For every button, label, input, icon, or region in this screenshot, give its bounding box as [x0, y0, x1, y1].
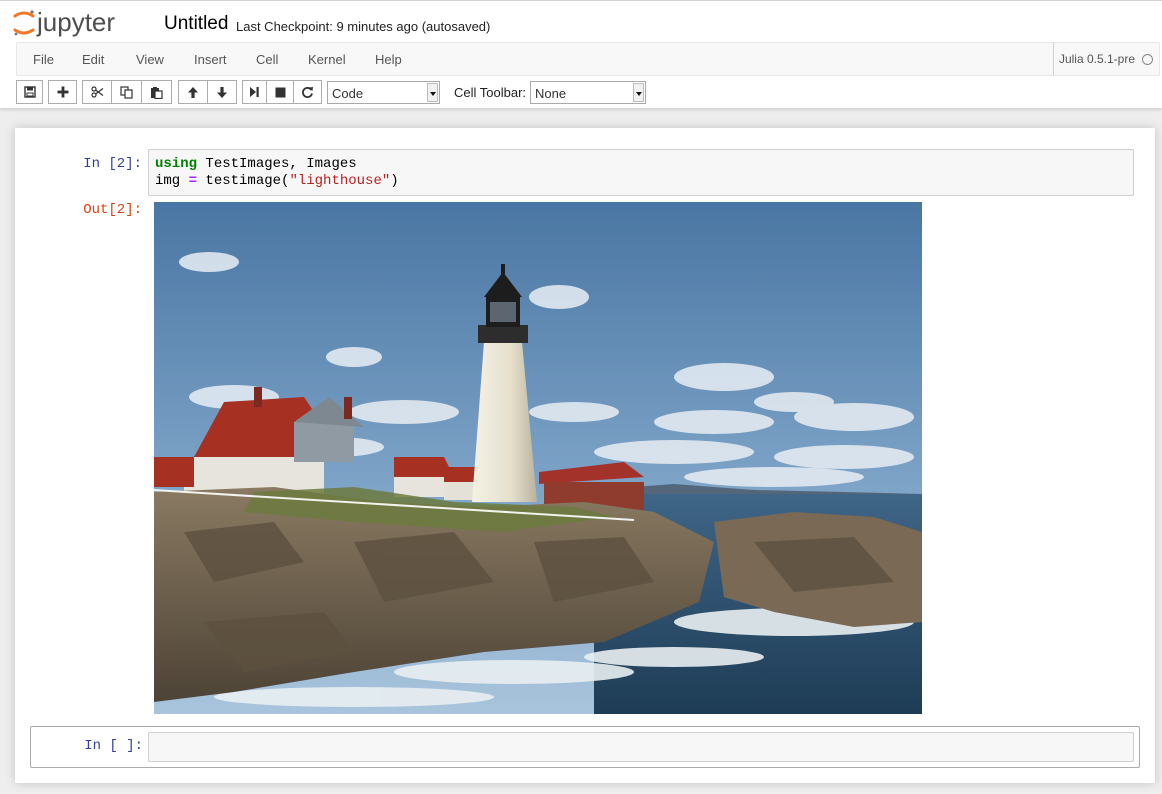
lighthouse-photo: [154, 202, 922, 714]
menu-bar: File Edit View Insert Cell Kernel Help J…: [16, 42, 1160, 76]
code-text: TestImages, Images: [197, 156, 357, 172]
arrow-up-icon: [188, 86, 198, 98]
cell-toolbar-value: None: [535, 86, 567, 101]
paste-icon: [151, 86, 163, 99]
kernel-indicator: Julia 0.5.1-pre: [1052, 43, 1153, 75]
restart-kernel-button[interactable]: [294, 80, 322, 104]
run-cell-button[interactable]: [242, 80, 267, 104]
kernel-idle-circle-icon: [1142, 53, 1153, 65]
cell1-in-prompt: In [2]:: [83, 156, 142, 172]
cut-icon: [90, 86, 103, 98]
menu-view[interactable]: View: [136, 52, 164, 67]
cut-button[interactable]: [82, 80, 112, 104]
menu-cell[interactable]: Cell: [256, 52, 278, 67]
menu-kernel[interactable]: Kernel: [308, 52, 346, 67]
cell2-container[interactable]: In [ ]:: [30, 726, 1140, 768]
copy-icon: [120, 85, 133, 99]
copy-button[interactable]: [112, 80, 142, 104]
plus-icon: [57, 86, 68, 98]
notebook-container: In [2]: using TestImages, Images img = t…: [15, 128, 1155, 783]
header: jupyter Untitled Last Checkpoint: 9 minu…: [0, 0, 1162, 108]
cell1-out-prompt: Out[2]:: [83, 202, 142, 218]
arrow-down-icon: [217, 86, 227, 98]
move-up-button[interactable]: [178, 80, 208, 104]
stop-icon: [275, 87, 285, 97]
interrupt-kernel-button[interactable]: [267, 80, 294, 104]
code-string: "lighthouse": [289, 173, 391, 189]
chevron-down-icon: [427, 83, 438, 102]
svg-text:jupyter: jupyter: [36, 7, 115, 37]
save-button[interactable]: [16, 80, 43, 104]
menu-file[interactable]: File: [33, 52, 54, 67]
cell-toolbar-select[interactable]: None: [530, 81, 646, 104]
code-text: ): [390, 173, 399, 189]
checkpoint-status: Last Checkpoint: 9 minutes ago (autosave…: [236, 19, 491, 34]
menu-insert[interactable]: Insert: [194, 52, 227, 67]
move-down-button[interactable]: [208, 80, 237, 104]
menu-help[interactable]: Help: [375, 52, 402, 67]
insert-cell-button[interactable]: [48, 80, 77, 104]
cell-type-select[interactable]: Code: [327, 81, 440, 104]
cell-type-value: Code: [332, 86, 364, 101]
cell2-code-input[interactable]: [148, 732, 1134, 762]
code-text: img: [155, 173, 189, 189]
jupyter-logo-icon: jupyter: [13, 7, 115, 37]
save-icon: [23, 86, 36, 98]
cell1-code-input[interactable]: using TestImages, Images img = testimage…: [148, 149, 1134, 196]
code-keyword: using: [155, 156, 198, 172]
notebook-title[interactable]: Untitled: [164, 13, 228, 35]
cell-toolbar-label: Cell Toolbar:: [454, 85, 527, 100]
kernel-name: Julia 0.5.1-pre: [1058, 52, 1135, 66]
cell2-in-prompt: In [ ]:: [84, 738, 143, 754]
jupyter-logo[interactable]: jupyter: [13, 7, 148, 39]
chevron-down-icon: [633, 83, 644, 102]
menu-edit[interactable]: Edit: [82, 52, 104, 67]
code-operator: =: [188, 173, 198, 189]
paste-button[interactable]: [142, 80, 172, 104]
lighthouse-image: [154, 202, 922, 714]
code-text: testimage(: [197, 173, 290, 189]
restart-icon: [302, 86, 313, 98]
step-forward-icon: [250, 87, 259, 97]
